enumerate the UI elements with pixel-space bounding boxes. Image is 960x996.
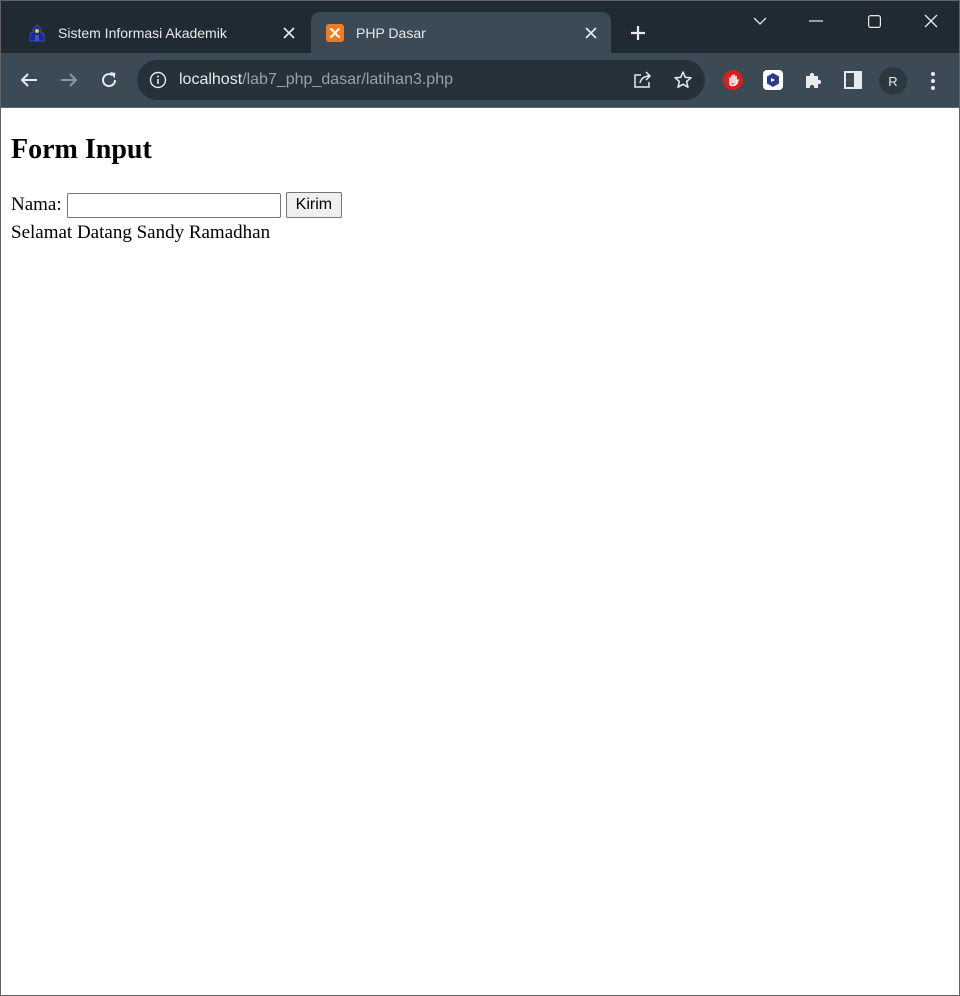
name-form: Nama: Kirim [11, 192, 343, 218]
minimize-icon [809, 20, 823, 22]
forward-button[interactable] [55, 66, 83, 94]
reload-icon [102, 72, 117, 88]
tab-strip: Sistem Informasi Akademik PHP Dasar [1, 1, 959, 53]
university-logo-icon [29, 23, 45, 41]
maximize-icon [867, 14, 881, 28]
tab-php-dasar[interactable]: PHP Dasar [311, 12, 611, 53]
tab-title: PHP Dasar [356, 24, 426, 41]
url-text[interactable]: localhost/lab7_php_dasar/latihan3.php [179, 71, 453, 89]
chevron-down-icon [753, 17, 767, 25]
close-icon [924, 14, 938, 28]
puzzle-icon [806, 72, 822, 88]
browser-window: Sistem Informasi Akademik PHP Dasar loca… [0, 0, 960, 996]
info-icon[interactable] [149, 71, 167, 89]
side-panel-button[interactable] [841, 68, 865, 92]
xampp-logo-icon [326, 23, 344, 42]
close-tab-icon[interactable] [279, 23, 299, 43]
kebab-menu-icon [931, 72, 935, 90]
url-path: /lab7_php_dasar/latihan3.php [242, 71, 453, 88]
new-tab-button[interactable] [625, 20, 651, 46]
plus-icon [631, 26, 645, 40]
bookmark-button[interactable] [672, 69, 694, 91]
tab-search-button[interactable] [732, 1, 788, 41]
browser-toolbar: localhost/lab7_php_dasar/latihan3.php [1, 53, 959, 108]
maximize-button[interactable] [846, 1, 902, 41]
submit-button[interactable]: Kirim [285, 192, 343, 218]
close-window-button[interactable] [903, 1, 959, 41]
stop-hand-icon [723, 70, 743, 90]
side-panel-icon [844, 71, 862, 89]
share-icon [634, 71, 652, 88]
back-button[interactable] [15, 66, 43, 94]
hexagon-extension-icon [763, 70, 783, 90]
star-icon [674, 71, 692, 88]
share-button[interactable] [632, 69, 654, 91]
name-input[interactable] [66, 192, 281, 218]
tab-sistem-informasi[interactable]: Sistem Informasi Akademik [15, 12, 309, 53]
extension-button[interactable] [761, 68, 785, 92]
url-host: localhost [179, 71, 243, 88]
page-heading: Form Input [11, 134, 152, 165]
page-content: Form Input Nama: Kirim Selamat Datang Sa… [1, 108, 959, 995]
adblock-extension-button[interactable] [721, 68, 745, 92]
tab-title: Sistem Informasi Akademik [58, 24, 227, 41]
close-tab-icon[interactable] [581, 23, 601, 43]
extensions-button[interactable] [801, 68, 825, 92]
name-label: Nama: [11, 194, 62, 215]
profile-avatar[interactable]: R [879, 67, 907, 95]
greeting-text: Selamat Datang Sandy Ramadhan [11, 222, 271, 243]
reload-button[interactable] [95, 66, 123, 94]
minimize-button[interactable] [788, 1, 844, 41]
arrow-right-icon [61, 73, 78, 87]
arrow-left-icon [20, 73, 37, 87]
address-bar[interactable]: localhost/lab7_php_dasar/latihan3.php [137, 60, 705, 100]
browser-menu-button[interactable] [921, 69, 945, 93]
